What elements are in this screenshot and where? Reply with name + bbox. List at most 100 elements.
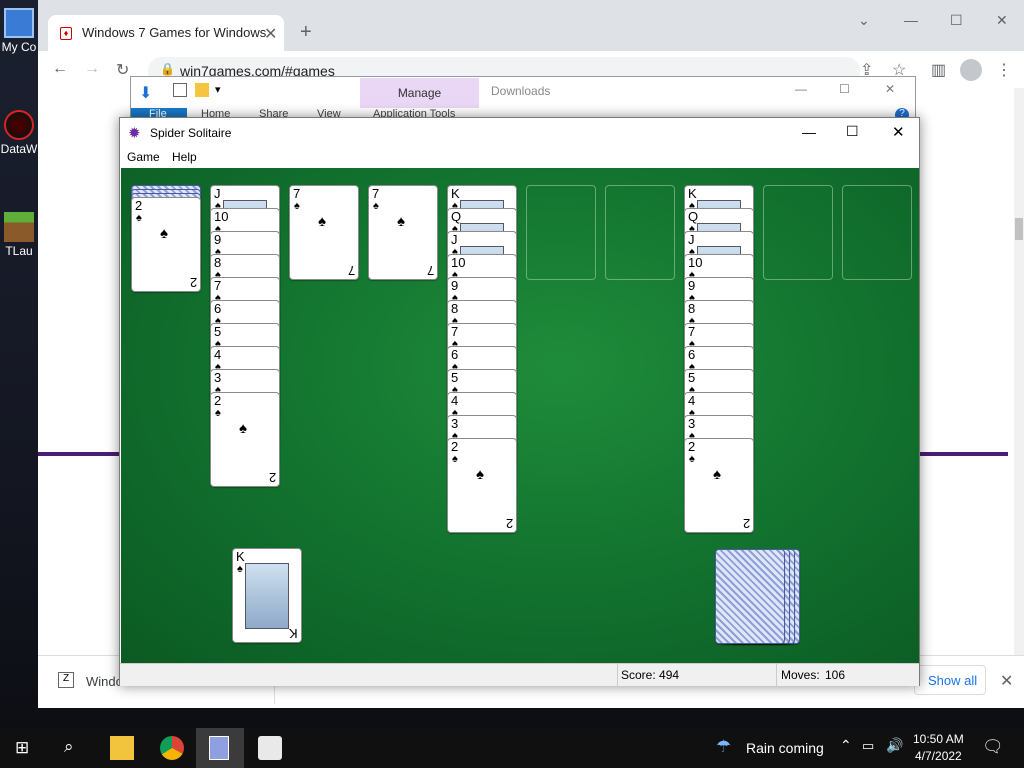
playing-card[interactable]: 7♠♠7 xyxy=(289,185,359,280)
explorer-close-icon[interactable]: ✕ xyxy=(885,82,895,96)
card-rank: 8 xyxy=(214,255,222,270)
downloads-close-icon[interactable]: ✕ xyxy=(1000,671,1013,691)
properties-icon[interactable] xyxy=(173,83,187,97)
menu-game[interactable]: Game xyxy=(127,150,160,164)
manage-tab[interactable]: Manage xyxy=(360,78,479,108)
show-all-button[interactable]: Show all xyxy=(914,665,986,695)
minimize-icon[interactable]: — xyxy=(904,12,918,28)
empty-column-slot[interactable] xyxy=(763,185,833,280)
weather-text[interactable]: Rain coming xyxy=(746,740,824,756)
spade-icon: ♠ xyxy=(713,466,721,483)
tab-close-icon[interactable]: ✕ xyxy=(264,24,277,44)
spade-icon: ♠ xyxy=(373,200,379,212)
page-scrollbar[interactable] xyxy=(1014,88,1024,655)
desktop-icon-datawrangler[interactable]: DataW xyxy=(0,110,38,156)
card-rank: J xyxy=(688,232,695,247)
card-rank: 3 xyxy=(451,416,459,431)
game-table: 2♠♠2J♠J10♠♠109♠♠98♠♠87♠♠76♠♠65♠♠54♠♠43♠♠… xyxy=(121,168,919,663)
card-rank: K xyxy=(289,626,298,641)
card-rank: K xyxy=(236,549,245,564)
desktop-icon-label: DataW xyxy=(0,142,38,156)
menu-icon[interactable]: ⋮ xyxy=(996,60,1012,80)
card-rank: 4 xyxy=(688,393,696,408)
close-icon[interactable]: ✕ xyxy=(996,12,1008,29)
chrome-icon[interactable] xyxy=(160,736,184,760)
card-rank: 3 xyxy=(214,370,222,385)
reload-icon[interactable]: ↻ xyxy=(116,60,129,80)
playing-card[interactable]: 2 ♠ ♠ 2 xyxy=(447,438,517,533)
network-icon[interactable]: ▭ xyxy=(862,738,874,754)
explorer-maximize-icon[interactable]: ☐ xyxy=(839,82,850,96)
card-rank: 4 xyxy=(214,347,222,362)
clock-date[interactable]: 4/7/2022 xyxy=(915,749,962,763)
card-rank: 9 xyxy=(451,278,459,293)
page-divider xyxy=(920,452,1008,456)
tab-search-icon[interactable]: ⌄ xyxy=(858,12,870,29)
playing-card[interactable]: 7♠♠7 xyxy=(368,185,438,280)
card-rank: 8 xyxy=(688,301,696,316)
solitaire-titlebar: ✹ Spider Solitaire — ☐ ✕ xyxy=(120,118,919,147)
notifications-icon[interactable]: 🗨 xyxy=(982,737,1004,757)
umbrella-icon[interactable]: ☂ xyxy=(716,737,731,757)
card-rank: J xyxy=(214,186,221,201)
desktop-icon-tlauncher[interactable]: TLau xyxy=(0,212,38,258)
scrollbar-thumb[interactable] xyxy=(1015,218,1023,240)
folder-icon[interactable] xyxy=(195,83,209,97)
solitaire-maximize-icon[interactable]: ☐ xyxy=(846,123,859,140)
card-rank: 3 xyxy=(688,416,696,431)
new-tab-button[interactable]: + xyxy=(300,21,312,44)
browser-tab[interactable]: ♦ Windows 7 Games for Windows xyxy=(48,15,284,51)
taskbar-solitaire-button[interactable] xyxy=(196,728,244,768)
card-rank: 5 xyxy=(451,370,459,385)
desktop: My Co DataW TLau ♦ Windows 7 Games for W… xyxy=(0,0,1024,768)
status-divider xyxy=(617,664,618,686)
spade-icon: ♠ xyxy=(294,200,300,212)
moves-value: 106 xyxy=(825,668,846,682)
playing-card[interactable]: K♠K xyxy=(232,548,302,643)
spade-icon: ♠ xyxy=(689,453,695,465)
playing-card[interactable]: 2 ♠ ♠ 2 xyxy=(131,197,201,292)
solitaire-minimize-icon[interactable]: — xyxy=(802,124,816,140)
spade-icon: ♠ xyxy=(397,213,405,230)
card-rank: 7 xyxy=(451,324,459,339)
explorer-minimize-icon[interactable]: — xyxy=(795,82,807,96)
download-item-name[interactable]: Windo xyxy=(86,674,123,689)
tab-title: Windows 7 Games for Windows xyxy=(82,25,267,40)
spade-icon: ♠ xyxy=(237,563,243,575)
datawrangler-icon xyxy=(4,110,34,140)
java-icon[interactable] xyxy=(258,736,282,760)
card-rank: 2 xyxy=(135,198,143,213)
empty-column-slot[interactable] xyxy=(605,185,675,280)
volume-icon[interactable]: 🔊 xyxy=(886,737,903,754)
solitaire-close-icon[interactable]: ✕ xyxy=(892,123,905,141)
maximize-icon[interactable]: ☐ xyxy=(950,12,963,29)
spade-icon: ♠ xyxy=(160,225,168,242)
playing-card[interactable]: 2 ♠ ♠ 2 xyxy=(210,392,280,487)
computer-icon xyxy=(4,8,34,38)
stock-pile[interactable] xyxy=(715,549,785,644)
menu-bar: Game Help xyxy=(120,147,919,168)
desktop-icon-computer[interactable]: My Co xyxy=(0,8,38,54)
windows-start-icon[interactable]: ⊞ xyxy=(15,738,29,758)
qat-dropdown-icon[interactable]: ▾ xyxy=(215,83,221,96)
card-rank: 9 xyxy=(688,278,696,293)
search-icon[interactable]: ⌕ xyxy=(64,737,74,757)
playing-card[interactable]: 2 ♠ ♠ 2 xyxy=(684,438,754,533)
card-face-art xyxy=(245,563,289,629)
card-rank: 5 xyxy=(688,370,696,385)
back-icon[interactable]: ← xyxy=(52,60,68,78)
empty-column-slot[interactable] xyxy=(526,185,596,280)
spade-icon: ♠ xyxy=(452,453,458,465)
card-rank: K xyxy=(451,186,460,201)
menu-help[interactable]: Help xyxy=(172,150,197,164)
file-explorer-icon[interactable] xyxy=(110,736,134,760)
clock-time[interactable]: 10:50 AM xyxy=(913,732,964,746)
card-rank: 8 xyxy=(451,301,459,316)
download-arrow-icon: ⬇ xyxy=(139,85,153,102)
empty-column-slot[interactable] xyxy=(842,185,912,280)
profile-avatar[interactable] xyxy=(960,59,982,81)
side-panel-icon[interactable]: ▥ xyxy=(931,60,946,80)
tray-chevron-icon[interactable]: ⌃ xyxy=(840,737,852,754)
spider-solitaire-window: ✹ Spider Solitaire — ☐ ✕ Game Help 2 ♠ ♠ 2 J… xyxy=(119,117,920,686)
forward-icon[interactable]: → xyxy=(84,60,100,78)
